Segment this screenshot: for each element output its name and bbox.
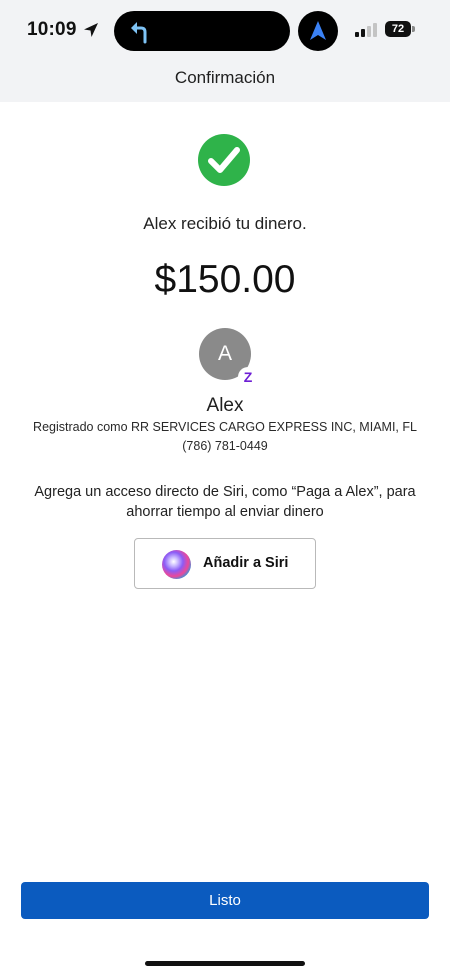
battery-icon: 72 <box>385 21 411 37</box>
page-title: Confirmación <box>174 68 276 87</box>
zelle-badge-icon: Z <box>238 367 258 387</box>
confirmation-message: Alex recibió tu dinero. <box>143 214 307 233</box>
navigation-turn-icon <box>131 22 147 44</box>
status-time: 10:09 <box>27 19 77 40</box>
navigation-indicator[interactable] <box>298 11 338 51</box>
add-to-siri-label: Añadir a Siri <box>203 555 289 571</box>
siri-description: Agrega un acceso directo de Siri, como “… <box>34 484 416 520</box>
status-bar: 10:09 72 <box>0 0 450 60</box>
signal-icon <box>355 23 377 37</box>
battery-nub <box>412 26 415 32</box>
check-circle-icon <box>198 134 250 186</box>
amount: $150.00 <box>154 258 296 301</box>
recipient-name: Alex <box>206 395 244 416</box>
recipient-phone: (786) 781-0449 <box>182 439 268 453</box>
location-arrow-icon <box>84 23 98 37</box>
add-to-siri-button[interactable]: Añadir a Siri <box>134 538 316 589</box>
navigation-icon <box>310 21 326 40</box>
siri-icon <box>162 550 191 579</box>
home-indicator[interactable] <box>145 961 305 966</box>
recipient-registration: Registrado como RR SERVICES CARGO EXPRES… <box>33 420 417 434</box>
top-bar: 10:09 72 Confirmación <box>0 0 450 102</box>
dynamic-island[interactable] <box>114 11 290 51</box>
done-button[interactable]: Listo <box>21 882 429 919</box>
